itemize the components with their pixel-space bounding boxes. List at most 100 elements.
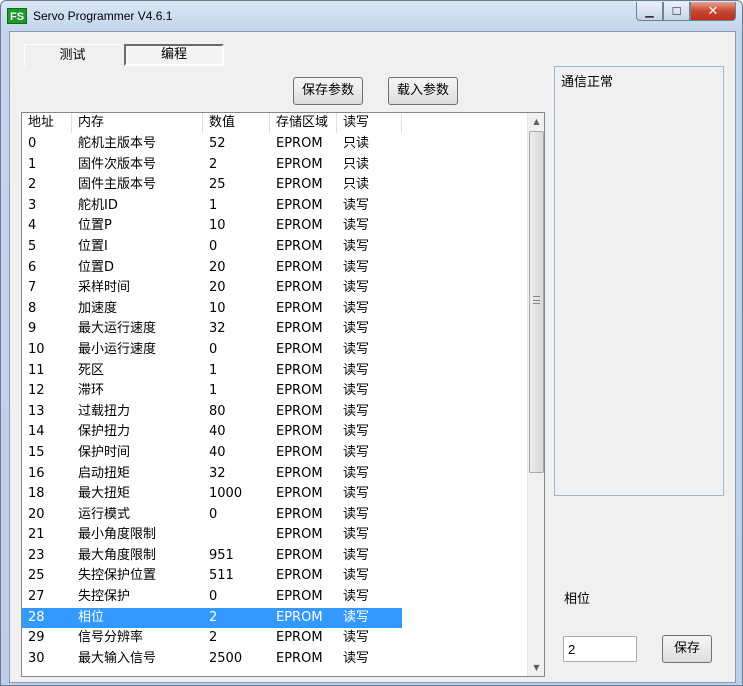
- cell-value: [203, 525, 270, 546]
- load-params-button[interactable]: 载入参数: [388, 77, 458, 105]
- cell-access: 只读: [337, 134, 402, 155]
- table-row[interactable]: 14保护扭力40EPROM读写: [22, 422, 402, 443]
- column-header-memory[interactable]: 内存: [72, 113, 203, 133]
- table-row[interactable]: 21最小角度限制EPROM读写: [22, 525, 402, 546]
- save-button[interactable]: 保存: [662, 635, 712, 663]
- table-row[interactable]: 16启动扭矩32EPROM读写: [22, 464, 402, 485]
- table-row[interactable]: 25失控保护位置511EPROM读写: [22, 566, 402, 587]
- cell-address: 23: [22, 546, 72, 567]
- cell-memory: 采样时间: [72, 278, 203, 299]
- table-row[interactable]: 5位置I0EPROM读写: [22, 237, 402, 258]
- cell-address: 27: [22, 587, 72, 608]
- cell-access: 只读: [337, 155, 402, 176]
- cell-memory: 最大运行速度: [72, 319, 203, 340]
- grip-icon: [533, 296, 540, 304]
- table-row[interactable]: 12滞环1EPROM读写: [22, 381, 402, 402]
- cell-access: 读写: [337, 587, 402, 608]
- close-button[interactable]: ✕: [690, 2, 736, 21]
- column-header-access[interactable]: 读写: [337, 113, 402, 133]
- table-row[interactable]: 13过载扭力80EPROM读写: [22, 402, 402, 423]
- cell-access: 读写: [337, 237, 402, 258]
- cell-value: 10: [203, 216, 270, 237]
- cell-memory: 舵机主版本号: [72, 134, 203, 155]
- register-table[interactable]: 地址 内存 数值 存储区域 读写 0舵机主版本号52EPROM只读1固件次版本号…: [21, 112, 545, 677]
- cell-access: 读写: [337, 525, 402, 546]
- column-header-address[interactable]: 地址: [22, 113, 72, 133]
- cell-memory: 保护扭力: [72, 422, 203, 443]
- cell-address: 30: [22, 649, 72, 670]
- cell-storage: EPROM: [270, 258, 337, 279]
- window-controls: ▁ ☐ ✕: [636, 2, 736, 21]
- cell-storage: EPROM: [270, 237, 337, 258]
- cell-address: 25: [22, 566, 72, 587]
- table-row[interactable]: 7采样时间20EPROM读写: [22, 278, 402, 299]
- cell-address: 13: [22, 402, 72, 423]
- table-scrollbar[interactable]: ▲ ▼: [527, 113, 544, 676]
- table-row[interactable]: 3舵机ID1EPROM读写: [22, 196, 402, 217]
- cell-value: 951: [203, 546, 270, 567]
- cell-address: 11: [22, 361, 72, 382]
- cell-memory: 信号分辨率: [72, 628, 203, 649]
- main-panel: 测试 编程 保存参数 载入参数 地址 内存 数值 存储区域 读写 0舵机主版本号…: [9, 31, 736, 683]
- table-row[interactable]: 10最小运行速度0EPROM读写: [22, 340, 402, 361]
- table-row[interactable]: 8加速度10EPROM读写: [22, 299, 402, 320]
- cell-storage: EPROM: [270, 628, 337, 649]
- table-row[interactable]: 20运行模式0EPROM读写: [22, 505, 402, 526]
- cell-access: 读写: [337, 299, 402, 320]
- cell-address: 15: [22, 443, 72, 464]
- cell-address: 29: [22, 628, 72, 649]
- status-panel: 通信正常: [554, 66, 724, 496]
- cell-value: 10: [203, 299, 270, 320]
- value-input[interactable]: [563, 636, 637, 662]
- scroll-down-icon[interactable]: ▼: [528, 659, 545, 676]
- table-row[interactable]: 6位置D20EPROM读写: [22, 258, 402, 279]
- cell-storage: EPROM: [270, 566, 337, 587]
- title-bar[interactable]: FS Servo Programmer V4.6.1 ▁ ☐ ✕: [1, 1, 742, 31]
- table-row[interactable]: 4位置P10EPROM读写: [22, 216, 402, 237]
- cell-memory: 保护时间: [72, 443, 203, 464]
- cell-storage: EPROM: [270, 134, 337, 155]
- cell-address: 16: [22, 464, 72, 485]
- table-row[interactable]: 29信号分辨率2EPROM读写: [22, 628, 402, 649]
- table-row[interactable]: 9最大运行速度32EPROM读写: [22, 319, 402, 340]
- cell-storage: EPROM: [270, 587, 337, 608]
- cell-storage: EPROM: [270, 278, 337, 299]
- table-row[interactable]: 27失控保护0EPROM读写: [22, 587, 402, 608]
- column-header-value[interactable]: 数值: [203, 113, 270, 133]
- column-header-storage[interactable]: 存储区域: [270, 113, 337, 133]
- cell-access: 读写: [337, 608, 402, 629]
- cell-memory: 位置I: [72, 237, 203, 258]
- tab-programming[interactable]: 编程: [124, 44, 224, 66]
- cell-address: 5: [22, 237, 72, 258]
- cell-value: 2: [203, 155, 270, 176]
- cell-access: 读写: [337, 381, 402, 402]
- cell-value: 2: [203, 608, 270, 629]
- table-body: 0舵机主版本号52EPROM只读1固件次版本号2EPROM只读2固件主版本号25…: [22, 134, 402, 669]
- scroll-thumb[interactable]: [529, 131, 544, 473]
- cell-memory: 失控保护位置: [72, 566, 203, 587]
- cell-access: 读写: [337, 505, 402, 526]
- tab-test[interactable]: 测试: [24, 44, 120, 66]
- cell-value: 0: [203, 587, 270, 608]
- cell-value: 20: [203, 258, 270, 279]
- scroll-up-icon[interactable]: ▲: [528, 113, 545, 130]
- table-row[interactable]: 18最大扭矩1000EPROM读写: [22, 484, 402, 505]
- table-row[interactable]: 15保护时间40EPROM读写: [22, 443, 402, 464]
- table-row[interactable]: 2固件主版本号25EPROM只读: [22, 175, 402, 196]
- table-row[interactable]: 1固件次版本号2EPROM只读: [22, 155, 402, 176]
- table-row[interactable]: 23最大角度限制951EPROM读写: [22, 546, 402, 567]
- cell-value: 32: [203, 464, 270, 485]
- app-logo-icon: FS: [7, 8, 27, 24]
- cell-memory: 最大扭矩: [72, 484, 203, 505]
- maximize-button[interactable]: ☐: [663, 2, 690, 21]
- cell-address: 0: [22, 134, 72, 155]
- table-row[interactable]: 11死区1EPROM读写: [22, 361, 402, 382]
- cell-value: 1: [203, 381, 270, 402]
- cell-value: 32: [203, 319, 270, 340]
- table-row[interactable]: 30最大输入信号2500EPROM读写: [22, 649, 402, 670]
- cell-storage: EPROM: [270, 484, 337, 505]
- table-row[interactable]: 28相位2EPROM读写: [22, 608, 402, 629]
- save-params-button[interactable]: 保存参数: [293, 77, 363, 105]
- table-row[interactable]: 0舵机主版本号52EPROM只读: [22, 134, 402, 155]
- minimize-button[interactable]: ▁: [636, 2, 663, 21]
